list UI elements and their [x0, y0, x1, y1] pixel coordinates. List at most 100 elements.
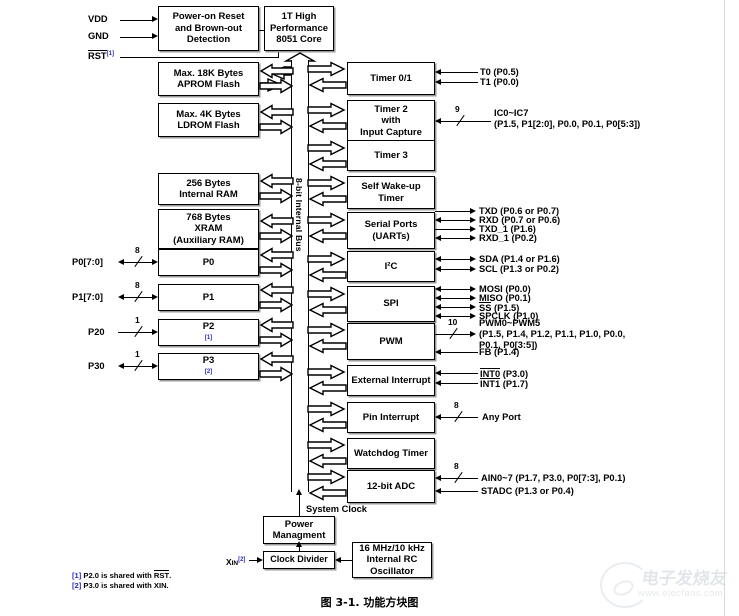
block-pin-interrupt: Pin Interrupt — [347, 402, 435, 433]
arrow-xin — [257, 556, 263, 563]
signal-stadc: STADC (P1.3 or P0.4) — [481, 486, 574, 496]
block-external-interrupt: External Interrupt — [347, 365, 435, 396]
hollow-arrow-bus-extint — [307, 364, 347, 396]
line-gnd — [120, 37, 153, 38]
line-txd1 — [435, 229, 471, 230]
block-self-wake-up-timer: Self Wake-up Timer — [347, 176, 435, 209]
line-vdd — [120, 20, 153, 21]
arrow-out-txd1 — [470, 225, 476, 232]
hollow-arrow-p3-bus — [258, 351, 294, 382]
line-p1 — [124, 297, 154, 298]
figure-caption: 图 3-1. 功能方块图 — [320, 596, 419, 609]
block-ldrom-flash: Max. 4K Bytes LDROM Flash — [158, 103, 259, 137]
line-p3 — [124, 366, 154, 367]
signal-label-rst: RST[1] — [88, 50, 114, 62]
arrow-out-mosi — [470, 285, 476, 292]
pin-label-p0: P0[7:0] — [72, 257, 104, 267]
line-rxd — [441, 220, 471, 221]
bus-width-adc: 8 — [454, 461, 459, 471]
block-timer-0-1: Timer 0/1 — [347, 62, 435, 95]
signal-sda: SDA (P1.4 or P1.6) — [479, 254, 560, 264]
arrow-out-ss — [470, 303, 476, 310]
hollow-arrow-xram-bus — [258, 213, 294, 244]
signal-fb: FB (P1.4) — [479, 347, 520, 357]
hollow-arrow-bus-timer01 — [307, 61, 347, 93]
arrow-out-miso — [470, 294, 476, 301]
line-t0 — [441, 72, 478, 73]
pin-label-p3: P30 — [88, 361, 105, 371]
hollow-arrow-bus-spi — [307, 286, 347, 318]
signal-t0: T0 (P0.5) — [480, 67, 519, 77]
arrow-out-rxd1 — [470, 234, 476, 241]
hollow-arrow-bus-wakeup — [307, 175, 347, 207]
block-rc-oscillator: 16 MHz/10 kHz Internal RC Oscillator — [352, 542, 432, 578]
footnote-1: [1] P2.0 is shared with RST. — [72, 570, 172, 580]
bus-width-pinint: 8 — [454, 400, 459, 410]
line-system-clock — [299, 492, 300, 516]
block-diagram-canvas: VDD GND RST[1] Power-on Reset and Brown-… — [0, 0, 739, 616]
line-rxd1 — [441, 238, 471, 239]
block-timer-2-input-capture: Timer 2 with Input Capture — [347, 100, 435, 142]
footnotes: [1] P2.0 is shared with RST. [2] P3.0 is… — [72, 570, 171, 591]
pin-label-p1: P1[7:0] — [72, 292, 104, 302]
arrow-osc-to-divider — [335, 556, 341, 563]
hollow-arrow-ldrom-bus — [258, 104, 294, 135]
block-serial-ports-uarts: Serial Ports (UARTs) — [347, 212, 435, 249]
line-rst — [120, 57, 279, 58]
line-fb — [441, 352, 478, 353]
hollow-arrow-bus-uart — [307, 212, 347, 244]
line-p0 — [124, 262, 154, 263]
line-t1 — [441, 82, 478, 83]
line-anyport — [441, 417, 478, 418]
bus-width-pwm: 10 — [448, 317, 458, 327]
bus-width-p1: 8 — [135, 280, 140, 290]
pin-label-p2: P20 — [88, 327, 105, 337]
arrow-out-scl — [470, 265, 476, 272]
hollow-arrow-bus-pwm — [307, 322, 347, 354]
line-miso — [441, 298, 471, 299]
hollow-arrow-bus-pinint — [307, 401, 347, 433]
hollow-arrow-p1-bus — [258, 282, 294, 313]
signal-rxd1: RXD_1 (P0.2) — [479, 233, 537, 243]
line-txd — [435, 211, 471, 212]
hollow-arrow-bus-timer2 — [307, 102, 347, 134]
hollow-arrow-p0-bus — [258, 247, 294, 278]
block-xram: 768 Bytes XRAM (Auxiliary RAM) — [158, 209, 259, 249]
block-adc-12bit: 12-bit ADC — [347, 470, 435, 503]
block-clock-divider: Clock Divider — [263, 551, 335, 569]
hollow-arrow-bus-adc — [307, 469, 347, 501]
arrow-out-pwm — [470, 330, 476, 337]
signal-scl: SCL (P1.3 or P0.2) — [479, 264, 559, 274]
line-int0 — [441, 373, 478, 374]
arrow-system-clock — [295, 489, 302, 495]
bus-width-p3: 1 — [135, 349, 140, 359]
signal-int1: INT1 (P1.7) — [480, 378, 529, 389]
arrow-out-sda — [470, 255, 476, 262]
hollow-arrow-p2-bus — [258, 317, 294, 348]
block-timer-3: Timer 3 — [347, 140, 435, 171]
line-ic — [441, 121, 491, 122]
hollow-arrow-bus-i2c — [307, 251, 347, 283]
block-port-p2: P2 [1] — [158, 319, 259, 346]
arrow-out-spclk — [470, 312, 476, 319]
watermark-text-cn: 电子发烧友 — [640, 569, 729, 589]
line-osc-to-divider — [341, 560, 353, 561]
block-port-p0: P0 — [158, 249, 259, 276]
signal-label-vdd: VDD — [88, 14, 108, 24]
signal-pwm-name: PWM0~PWM5 — [479, 318, 541, 328]
block-power-management: Power Managment — [263, 516, 335, 544]
arrow-out-rxd — [470, 216, 476, 223]
hollow-arrow-bus-timer3 — [307, 140, 347, 172]
block-aprom-flash: Max. 18K Bytes APROM Flash — [158, 62, 259, 96]
block-internal-ram: 256 Bytes Internal RAM — [158, 173, 259, 205]
signal-label-gnd: GND — [88, 31, 109, 41]
block-cpu-core: 1T High Performance 8051 Core — [264, 6, 334, 51]
arrow-out-txd — [470, 207, 476, 214]
line-stadc — [441, 491, 478, 492]
internal-bus-label: 8-bit Internal Bus — [294, 178, 304, 252]
block-i2c: I²C — [347, 251, 435, 282]
bus-width-ic: 9 — [455, 104, 460, 114]
signal-any-port: Any Port — [482, 412, 521, 422]
block-power-on-reset: Power-on Reset and Brown-out Detection — [158, 6, 259, 51]
block-pwm: PWM — [347, 323, 435, 360]
